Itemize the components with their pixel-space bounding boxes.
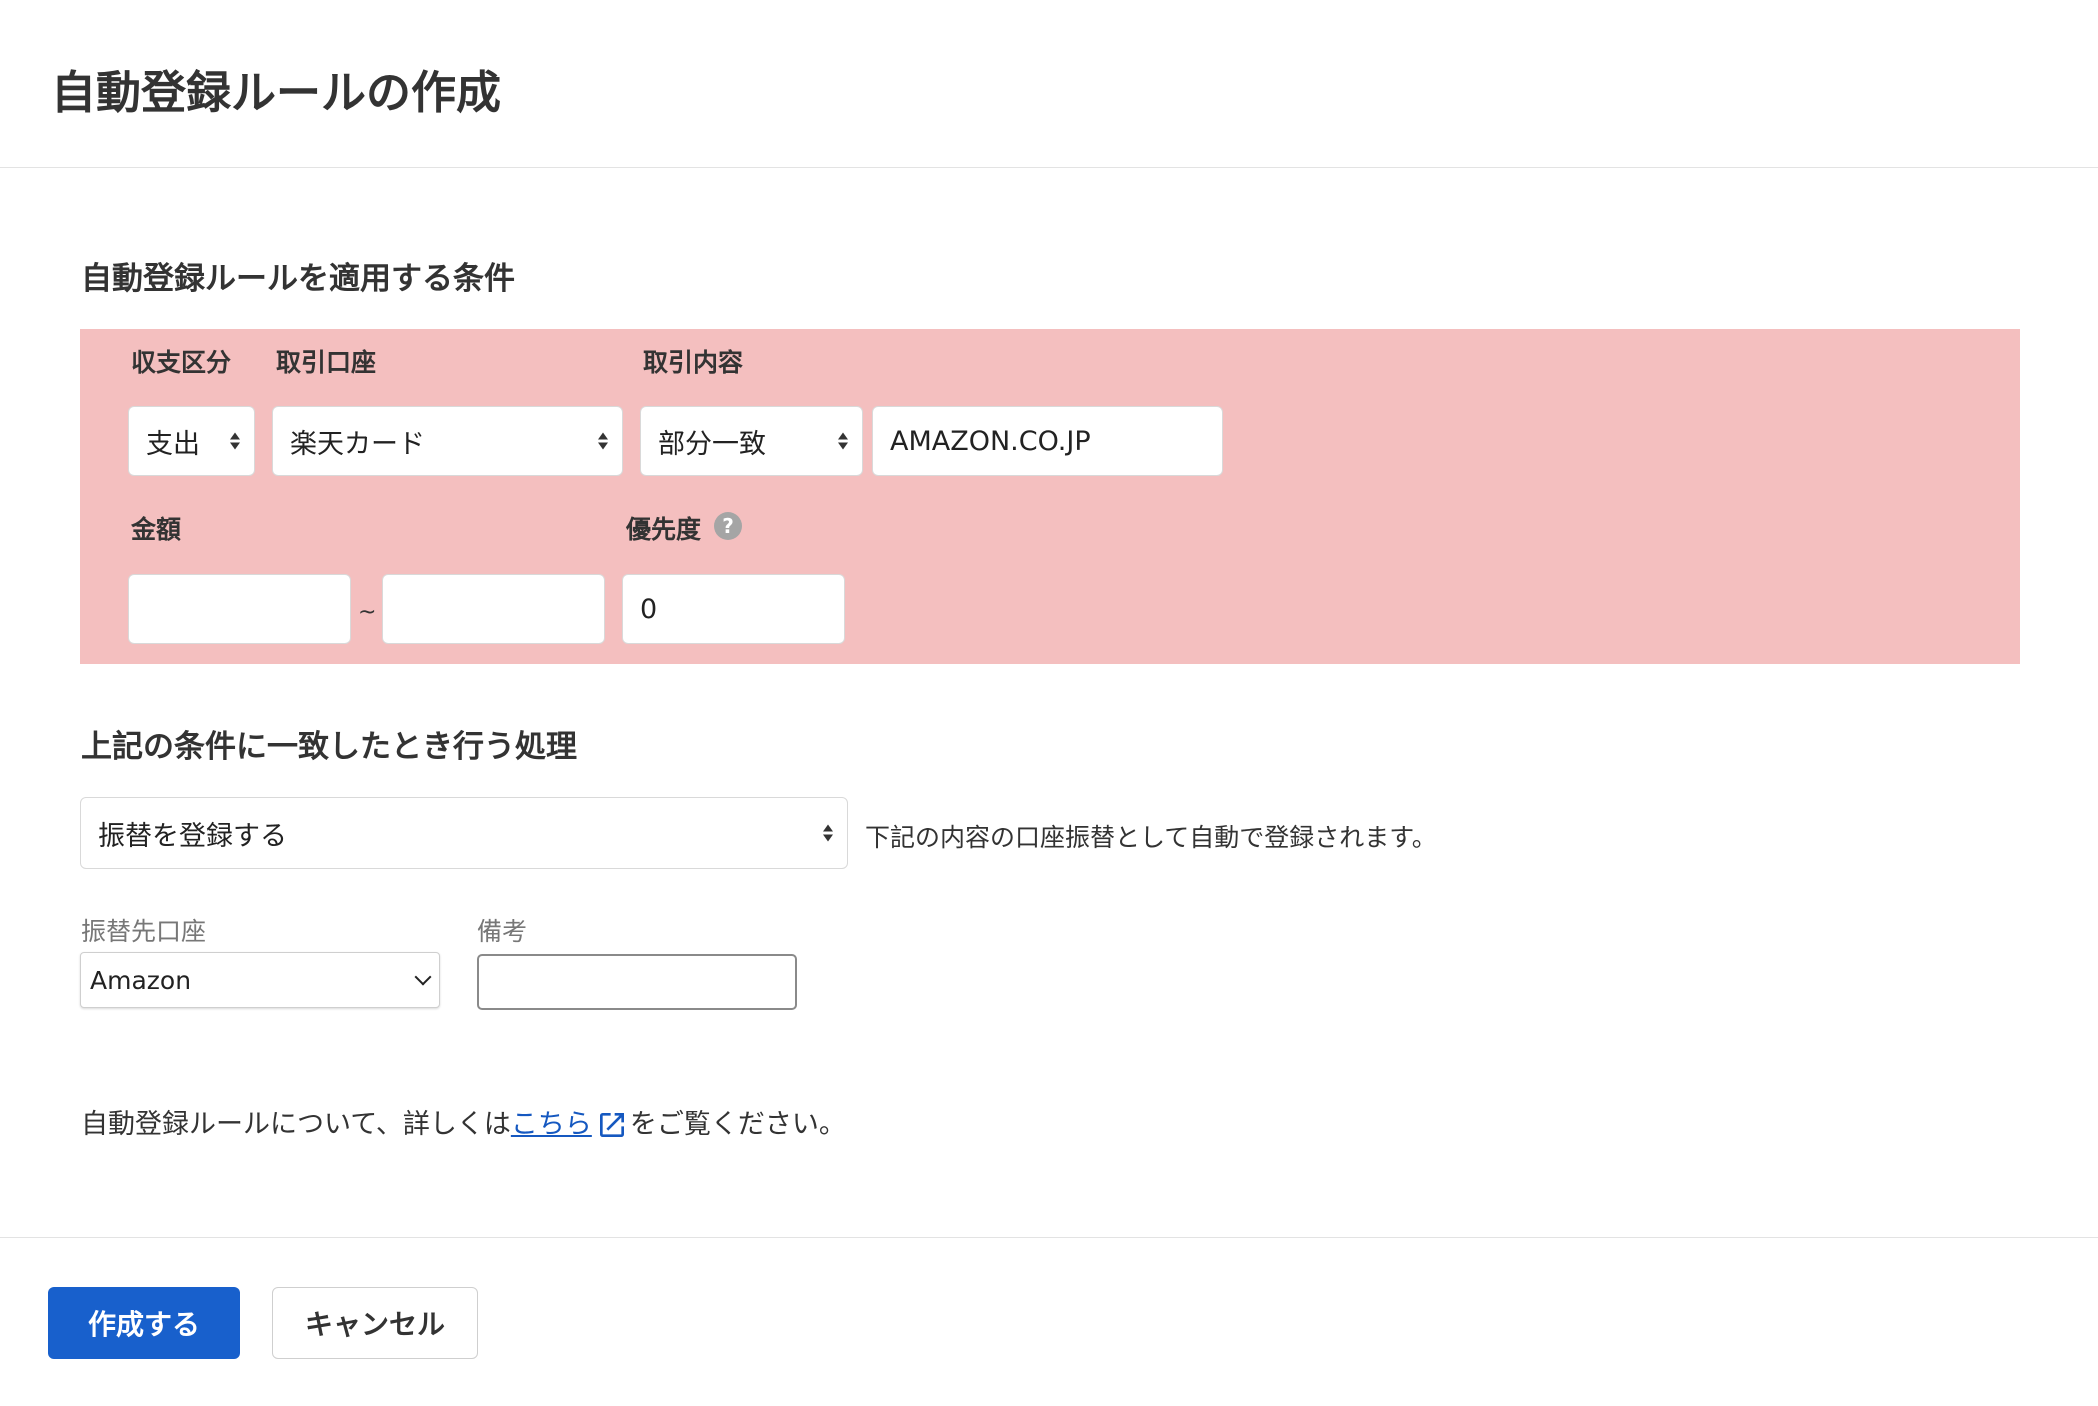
priority-value: 0 xyxy=(640,593,658,625)
details-link[interactable]: こちら xyxy=(511,1102,592,1141)
income-expense-label: 収支区分 xyxy=(131,348,232,377)
select-arrows-icon xyxy=(230,432,240,450)
external-link-icon[interactable] xyxy=(596,1109,628,1141)
match-type-select[interactable]: 部分一致 xyxy=(640,406,863,476)
action-hint: 下記の内容の口座振替として自動で登録されます。 xyxy=(865,823,1437,852)
account-label: 取引口座 xyxy=(276,348,377,377)
action-section-title: 上記の条件に一致したとき行う処理 xyxy=(81,729,577,765)
income-expense-select[interactable]: 支出 xyxy=(128,406,255,476)
select-arrows-icon xyxy=(838,432,848,450)
chevron-down-icon xyxy=(414,968,432,986)
content-input[interactable]: AMAZON.CO.JP xyxy=(872,406,1223,476)
content-input-value: AMAZON.CO.JP xyxy=(890,425,1091,457)
memo-input[interactable] xyxy=(477,954,797,1010)
priority-input[interactable]: 0 xyxy=(622,574,845,644)
note-prefix: 自動登録ルールについて、詳しくは xyxy=(81,1109,511,1140)
destination-account-label: 振替先口座 xyxy=(81,917,207,946)
action-value: 振替を登録する xyxy=(98,820,287,852)
match-type-value: 部分一致 xyxy=(658,428,766,460)
account-value: 楽天カード xyxy=(290,428,425,460)
note-suffix: をご覧ください。 xyxy=(629,1109,846,1140)
create-button[interactable]: 作成する xyxy=(48,1287,240,1359)
memo-label: 備考 xyxy=(477,917,528,946)
help-icon[interactable]: ? xyxy=(714,512,742,540)
range-separator: ~ xyxy=(358,600,377,625)
conditions-section-title: 自動登録ルールを適用する条件 xyxy=(81,261,515,297)
action-select[interactable]: 振替を登録する xyxy=(80,797,848,869)
dialog-header: 自動登録ルールの作成 xyxy=(0,0,2098,168)
select-arrows-icon xyxy=(823,824,833,842)
page-title: 自動登録ルールの作成 xyxy=(51,66,502,119)
content-label: 取引内容 xyxy=(643,348,744,377)
destination-account-select[interactable]: Amazon xyxy=(80,952,440,1008)
priority-label: 優先度 xyxy=(626,515,702,544)
dialog-footer xyxy=(0,1237,2098,1238)
amount-max-input[interactable] xyxy=(382,574,605,644)
cancel-button[interactable]: キャンセル xyxy=(272,1287,478,1359)
select-arrows-icon xyxy=(598,432,608,450)
amount-min-input[interactable] xyxy=(128,574,351,644)
create-rule-dialog: 自動登録ルールの作成 自動登録ルールを適用する条件 収支区分 取引口座 取引内容… xyxy=(0,0,2098,1406)
amount-label: 金額 xyxy=(131,515,182,544)
account-select[interactable]: 楽天カード xyxy=(272,406,623,476)
destination-account-value: Amazon xyxy=(90,965,192,995)
income-expense-value: 支出 xyxy=(146,428,200,460)
help-note: 自動登録ルールについて、詳しくは こちら をご覧ください。 xyxy=(81,1102,846,1141)
